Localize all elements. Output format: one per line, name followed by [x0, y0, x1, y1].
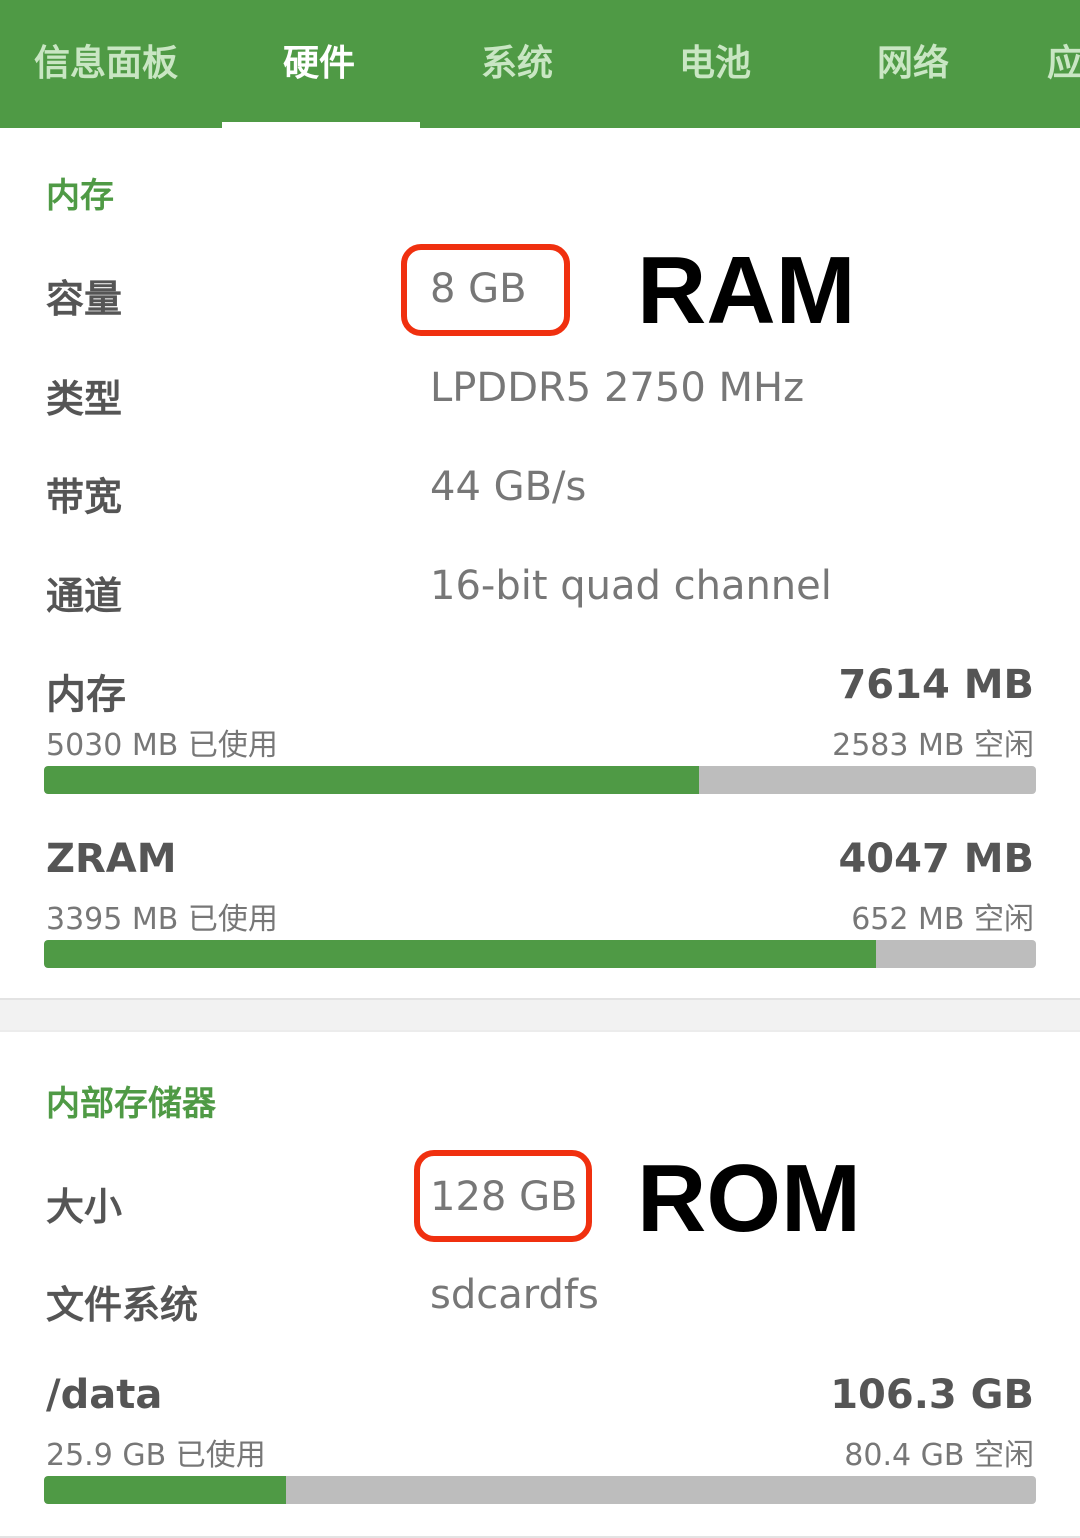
tab-network[interactable]: 网络: [877, 0, 949, 128]
section-title-memory: 内存: [46, 176, 114, 216]
rom-annotation: ROM: [637, 1145, 861, 1252]
bandwidth-label: 带宽: [46, 475, 123, 519]
tab-system[interactable]: 系统: [481, 0, 553, 128]
zram-usage-total: 4047 MB: [838, 836, 1034, 882]
type-value: LPDDR5 2750 MHz: [430, 365, 805, 411]
ram-usage-used: 5030 MB 已使用: [46, 728, 278, 763]
zram-usage-bar: [44, 940, 1036, 968]
tab-dashboard[interactable]: 信息面板: [34, 0, 178, 128]
data-usage-free: 80.4 GB 空闲: [844, 1438, 1034, 1473]
data-usage-bar-fill: [44, 1476, 286, 1504]
ram-highlight-box: [401, 244, 570, 336]
ram-usage-bar-fill: [44, 766, 699, 794]
data-usage-bar: [44, 1476, 1036, 1504]
storage-card: 内部存储器 大小 128 GB ROM 文件系统 sdcardfs /data …: [0, 1030, 1080, 1538]
tab-apps[interactable]: 应: [1047, 0, 1080, 128]
tab-bar: 信息面板 硬件 系统 电池 网络 应: [0, 0, 1080, 128]
bandwidth-value: 44 GB/s: [430, 464, 587, 510]
filesystem-label: 文件系统: [46, 1283, 199, 1327]
zram-usage-free: 652 MB 空闲: [851, 902, 1034, 937]
zram-usage-used: 3395 MB 已使用: [46, 902, 278, 937]
size-label: 大小: [46, 1185, 123, 1229]
type-label: 类型: [46, 377, 123, 421]
ram-usage-title: 内存: [46, 672, 126, 718]
filesystem-value: sdcardfs: [430, 1272, 599, 1318]
ram-usage-free: 2583 MB 空闲: [832, 728, 1034, 763]
data-usage-used: 25.9 GB 已使用: [46, 1438, 266, 1473]
ram-annotation: RAM: [637, 237, 856, 344]
section-title-storage: 内部存储器: [46, 1084, 216, 1124]
ram-usage-total: 7614 MB: [838, 662, 1034, 708]
zram-usage-title: ZRAM: [46, 836, 177, 882]
data-usage-total: 106.3 GB: [830, 1372, 1034, 1418]
channel-value: 16-bit quad channel: [430, 563, 832, 609]
tab-battery[interactable]: 电池: [679, 0, 751, 128]
channel-label: 通道: [46, 574, 123, 618]
tab-hardware[interactable]: 硬件: [283, 0, 355, 128]
data-usage-title: /data: [46, 1372, 163, 1418]
memory-card: 内存 容量 8 GB RAM 类型 LPDDR5 2750 MHz 带宽 44 …: [0, 128, 1080, 1000]
capacity-label: 容量: [46, 277, 123, 321]
ram-usage-bar: [44, 766, 1036, 794]
rom-highlight-box: [414, 1150, 592, 1242]
zram-usage-bar-fill: [44, 940, 877, 968]
